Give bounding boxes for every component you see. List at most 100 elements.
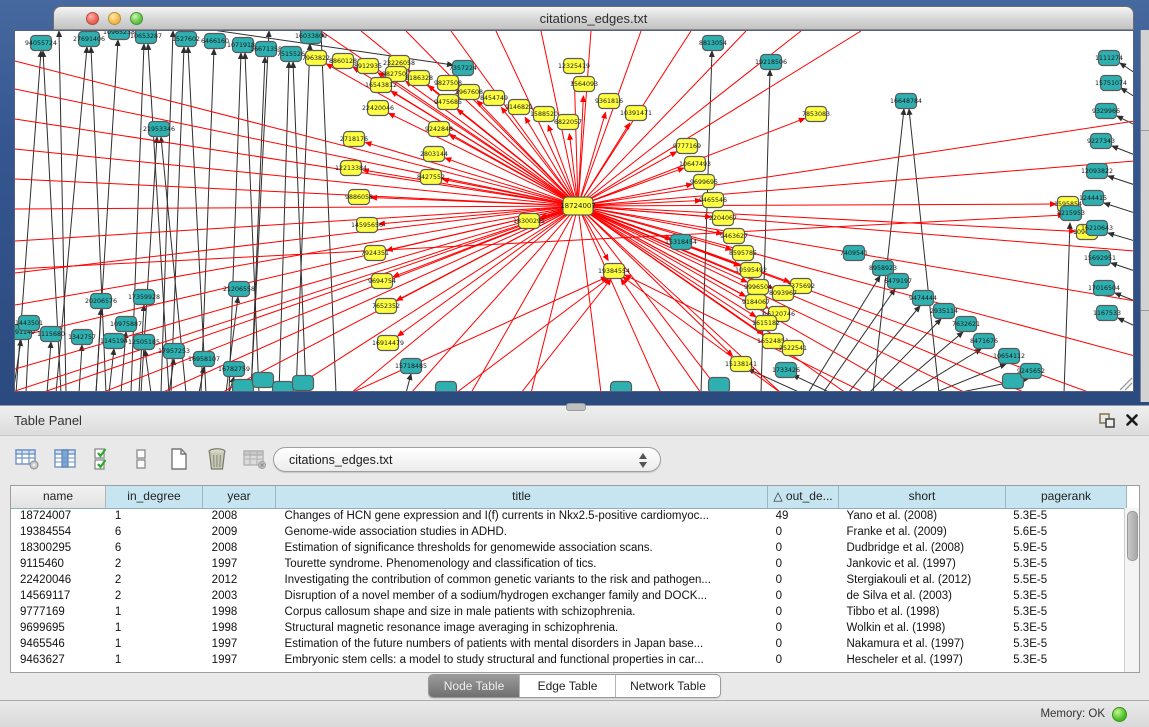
table-cell[interactable]: Genome-wide association studies in ADHD. xyxy=(276,524,767,540)
table-cell[interactable]: Hescheler et al. (1997) xyxy=(838,652,1005,668)
graph-edge[interactable] xyxy=(96,309,101,391)
table-cell[interactable]: 0 xyxy=(767,540,838,556)
table-cell[interactable]: 0 xyxy=(767,636,838,652)
table-cell[interactable]: 9777169 xyxy=(11,604,106,620)
column-header-name[interactable]: name xyxy=(11,486,106,508)
table-cell[interactable]: 1 xyxy=(106,604,203,620)
table-cell[interactable]: 5.3E-5 xyxy=(1004,588,1125,604)
table-cell[interactable]: Nakamura et al. (1997) xyxy=(838,636,1005,652)
splitter-handle[interactable] xyxy=(566,403,586,411)
graph-edge[interactable] xyxy=(1064,223,1070,391)
table-cell[interactable]: 22420046 xyxy=(11,572,106,588)
column-header-year[interactable]: year xyxy=(203,486,276,508)
table-cell[interactable]: 9115460 xyxy=(11,556,106,572)
select-columns-icon[interactable] xyxy=(52,446,78,472)
deselect-all-icon[interactable] xyxy=(128,446,154,472)
table-cell[interactable]: Estimation of the future numbers of pati… xyxy=(276,636,767,652)
graph-edge[interactable] xyxy=(1121,88,1133,97)
graph-edge[interactable] xyxy=(293,62,306,391)
graph-edge[interactable] xyxy=(41,206,578,391)
table-row[interactable]: 977716911998Corpus callosum shape and si… xyxy=(11,604,1125,620)
graph-edge[interactable] xyxy=(578,121,1133,206)
table-cell[interactable]: 0 xyxy=(767,620,838,636)
table-cell[interactable]: 14569117 xyxy=(11,588,106,604)
graph-edge[interactable] xyxy=(109,349,114,391)
table-cell[interactable]: Dudbridge et al. (2008) xyxy=(838,540,1005,556)
graph-edge[interactable] xyxy=(578,31,746,206)
float-panel-icon[interactable] xyxy=(1099,413,1115,433)
table-scrollbar[interactable] xyxy=(1124,508,1139,672)
table-row[interactable]: 1830029562008Estimation of significance … xyxy=(11,540,1125,556)
column-header-pagerank[interactable]: pagerank xyxy=(1006,486,1127,508)
table-cell[interactable]: Stergiakouli et al. (2012) xyxy=(838,572,1005,588)
table-cell[interactable]: 2009 xyxy=(203,524,276,540)
graph-edge[interactable] xyxy=(934,364,1006,391)
graph-edge[interactable] xyxy=(578,206,966,391)
table-cell[interactable]: 0 xyxy=(767,524,838,540)
table-cell[interactable]: 5.3E-5 xyxy=(1004,556,1125,572)
table-cell[interactable]: Jankovic et al. (1997) xyxy=(838,556,1005,572)
table-cell[interactable]: de Silva et al. (2003) xyxy=(838,588,1005,604)
table-cell[interactable]: 5.3E-5 xyxy=(1004,508,1125,524)
table-cell[interactable]: 0 xyxy=(767,588,838,604)
graph-edge[interactable] xyxy=(79,345,82,391)
graph-node[interactable] xyxy=(293,376,314,391)
column-header-out_de[interactable]: △ out_de... xyxy=(768,486,839,508)
table-row[interactable]: 946362711997Embryonic stem cells: a mode… xyxy=(11,652,1125,668)
graph-edge[interactable] xyxy=(371,197,578,206)
graph-edge[interactable] xyxy=(47,342,51,391)
table-cell[interactable]: 2 xyxy=(106,588,203,604)
table-cell[interactable]: Changes of HCN gene expression and I(f) … xyxy=(276,508,767,524)
tab-network-table[interactable]: Network Table xyxy=(616,675,720,697)
graph-edge[interactable] xyxy=(15,89,578,206)
table-cell[interactable]: Tourette syndrome. Phenomenology and cla… xyxy=(276,556,767,572)
table-cell[interactable]: Tibbo et al. (1998) xyxy=(838,604,1005,620)
graph-edge[interactable] xyxy=(15,61,578,206)
graph-edge[interactable] xyxy=(201,49,214,391)
table-cell[interactable]: 1998 xyxy=(203,620,276,636)
table-cell[interactable]: Investigating the contribution of common… xyxy=(276,572,767,588)
table-cell[interactable]: 19384554 xyxy=(11,524,106,540)
graph-edge[interactable] xyxy=(161,31,173,391)
graph-edge[interactable] xyxy=(1120,63,1133,73)
table-cell[interactable]: 5.5E-5 xyxy=(1004,572,1125,588)
table-cell[interactable]: 0 xyxy=(767,572,838,588)
table-cell[interactable]: Yano et al. (2008) xyxy=(838,508,1005,524)
import-table-icon[interactable] xyxy=(242,446,268,472)
table-cell[interactable]: Corpus callosum shape and size in male p… xyxy=(276,604,767,620)
table-row[interactable]: 969969511998Structural magnetic resonanc… xyxy=(11,620,1125,636)
graph-edge[interactable] xyxy=(621,279,701,391)
graph-node[interactable] xyxy=(233,380,254,392)
table-cell[interactable]: 18724007 xyxy=(11,508,106,524)
table-cell[interactable]: 9463627 xyxy=(11,652,106,668)
graph-edge[interactable] xyxy=(251,31,269,391)
table-cell[interactable]: 49 xyxy=(767,508,838,524)
graph-node[interactable] xyxy=(709,378,730,392)
graph-edge[interactable] xyxy=(406,374,411,391)
graph-edge[interactable] xyxy=(531,206,578,391)
graph-node[interactable] xyxy=(273,382,294,392)
table-cell[interactable]: 9699695 xyxy=(11,620,106,636)
graph-edge[interactable] xyxy=(1108,233,1133,241)
column-header-title[interactable]: title xyxy=(276,486,768,508)
column-header-in_degree[interactable]: in_degree xyxy=(106,486,203,508)
table-cell[interactable]: 5.3E-5 xyxy=(1004,604,1125,620)
graph-edge[interactable] xyxy=(245,53,259,391)
table-cell[interactable]: Embryonic stem cells: a model to study s… xyxy=(276,652,767,668)
tab-node-table[interactable]: Node Table xyxy=(429,675,520,697)
table-cell[interactable]: 5.3E-5 xyxy=(1004,636,1125,652)
table-cell[interactable]: 9465546 xyxy=(11,636,106,652)
table-selector-dropdown[interactable]: citations_edges.txt xyxy=(273,447,661,472)
graph-edge[interactable] xyxy=(1112,146,1133,155)
table-cell[interactable]: 1 xyxy=(106,620,203,636)
table-cell[interactable]: 18300295 xyxy=(11,540,106,556)
column-header-short[interactable]: short xyxy=(839,486,1006,508)
table-cell[interactable]: 6 xyxy=(106,540,203,556)
table-cell[interactable]: 1998 xyxy=(203,604,276,620)
graph-edge[interactable] xyxy=(398,206,578,336)
resize-grip-icon[interactable] xyxy=(1120,378,1132,390)
graph-edge[interactable] xyxy=(823,289,895,391)
graph-edge[interactable] xyxy=(351,277,607,391)
graph-node[interactable] xyxy=(436,382,457,392)
table-cell[interactable]: Disruption of a novel member of a sodium… xyxy=(276,588,767,604)
